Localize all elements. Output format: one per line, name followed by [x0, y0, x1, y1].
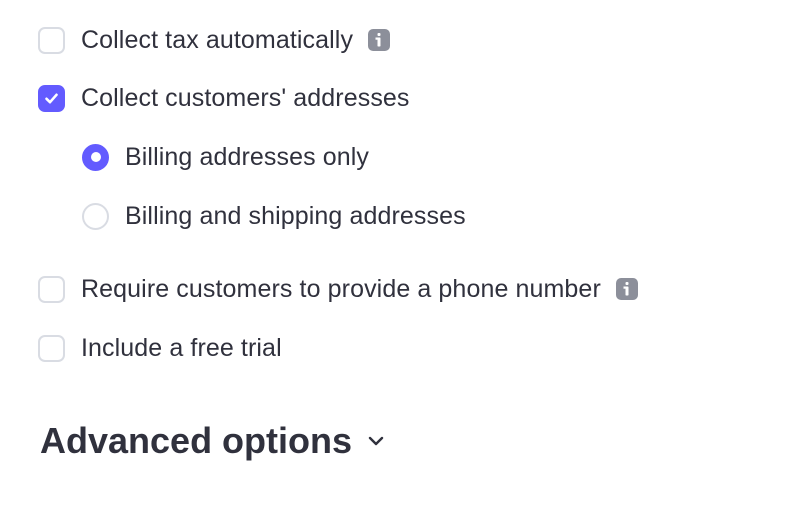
info-icon[interactable] — [615, 278, 638, 300]
free-trial-label: Include a free trial — [81, 333, 282, 362]
advanced-options-toggle[interactable]: Advanced options — [40, 420, 386, 462]
advanced-options-title: Advanced options — [40, 420, 353, 461]
billing-only-radio[interactable] — [82, 143, 109, 171]
collect-addresses-checkbox[interactable] — [38, 84, 65, 112]
collect-addresses-label: Collect customers' addresses — [81, 83, 410, 112]
billing-only-label: Billing addresses only — [125, 142, 369, 171]
require-phone-label: Require customers to provide a phone num… — [81, 274, 601, 303]
collect-tax-label: Collect tax automatically — [81, 25, 354, 54]
require-phone-option[interactable]: Require customers to provide a phone num… — [38, 273, 638, 305]
billing-shipping-label: Billing and shipping addresses — [125, 201, 466, 230]
info-icon[interactable] — [368, 29, 391, 51]
chevron-down-icon[interactable] — [366, 431, 386, 451]
free-trial-option[interactable]: Include a free trial — [38, 332, 282, 364]
collect-tax-option[interactable]: Collect tax automatically — [38, 24, 391, 56]
billing-shipping-radio[interactable] — [82, 202, 109, 230]
free-trial-checkbox[interactable] — [38, 334, 65, 362]
billing-only-option[interactable]: Billing addresses only — [82, 141, 369, 173]
checkmark-icon — [45, 93, 58, 103]
billing-shipping-option[interactable]: Billing and shipping addresses — [82, 200, 466, 232]
collect-tax-checkbox[interactable] — [38, 26, 65, 54]
require-phone-checkbox[interactable] — [38, 275, 65, 303]
collect-addresses-option[interactable]: Collect customers' addresses — [38, 82, 410, 114]
